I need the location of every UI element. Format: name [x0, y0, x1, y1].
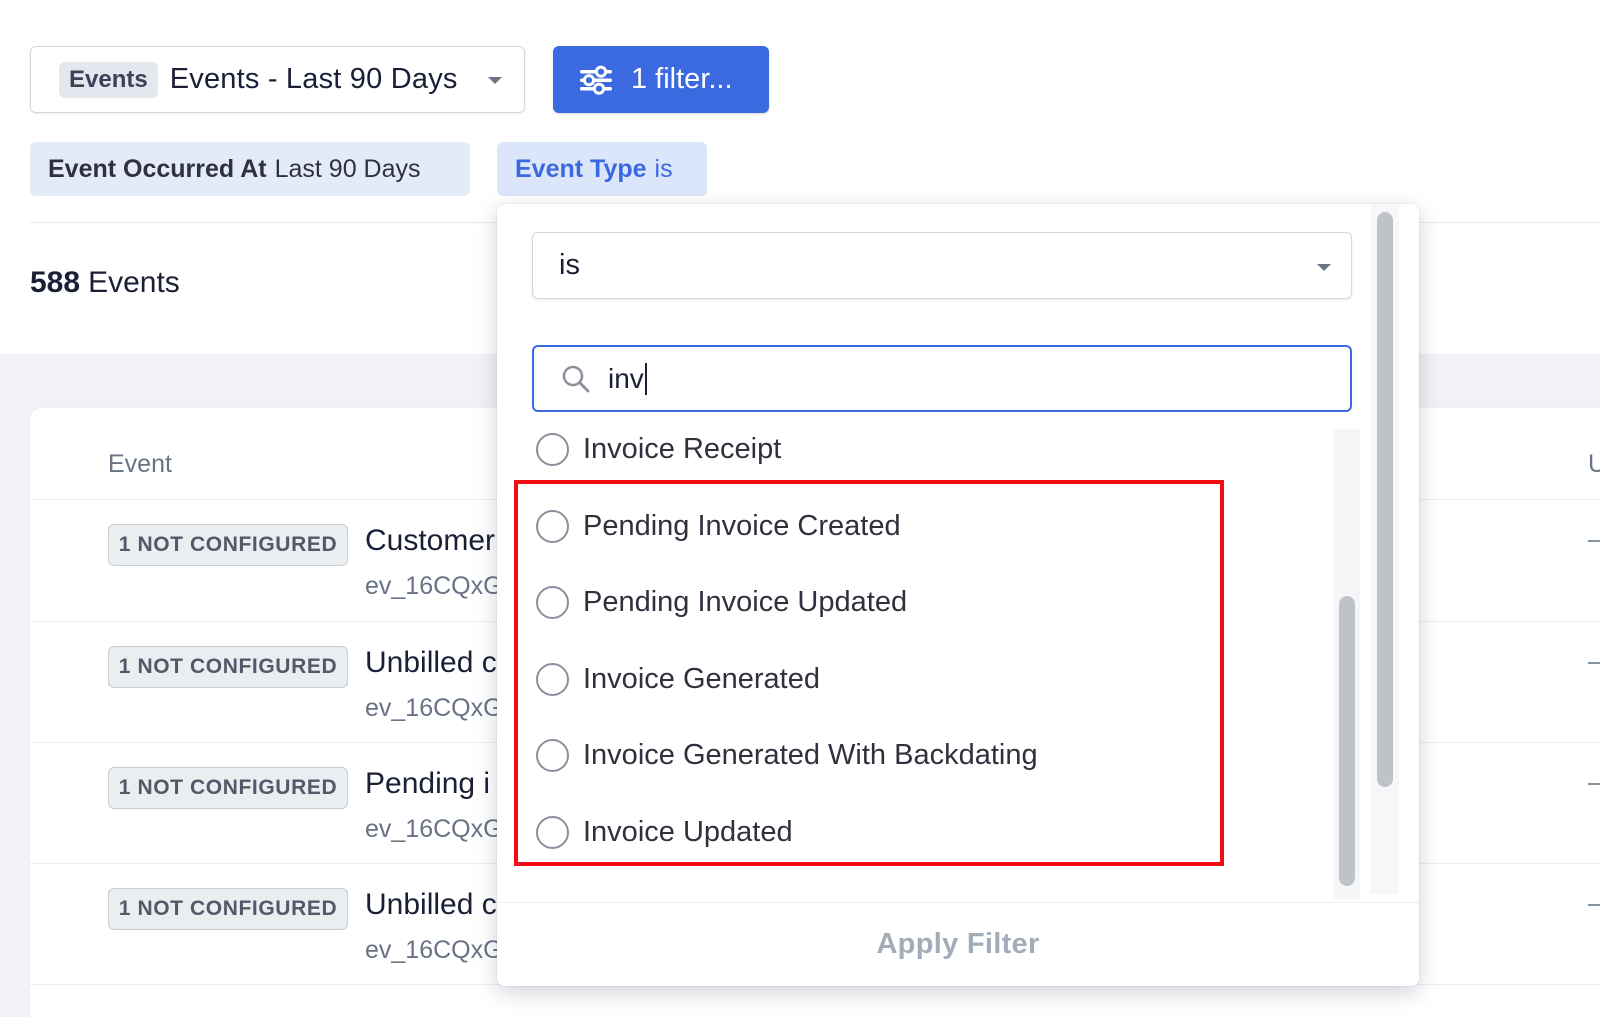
event-type-filter-popover: is inv Invoice Receipt Pending Invoice C… [497, 204, 1419, 986]
search-icon [562, 365, 590, 392]
options-scrollbar-thumb[interactable] [1339, 596, 1355, 886]
option-invoice-receipt[interactable]: Invoice Receipt [536, 429, 781, 469]
filter-pill-operator: is [654, 154, 673, 183]
view-title: Events - Last 90 Days [169, 63, 458, 95]
radio-icon[interactable] [536, 815, 569, 849]
search-input-value: inv [608, 362, 644, 394]
option-label: Invoice Generated [583, 662, 820, 695]
event-title: Customer [365, 524, 496, 557]
event-title: Unbilled c [365, 646, 497, 679]
operator-select[interactable]: is [532, 232, 1352, 299]
filter-button[interactable]: 1 filter... [553, 46, 769, 113]
status-badge: 1 NOT CONFIGURED [108, 524, 348, 566]
filter-pill-value: Last 90 Days [274, 154, 421, 183]
radio-icon[interactable] [536, 662, 569, 696]
event-title: Pending i [365, 767, 491, 800]
empty-value-dash [1588, 904, 1600, 906]
events-count-number: 588 [30, 266, 81, 299]
column-header-event[interactable]: Event [108, 450, 172, 479]
events-count-label: Events [88, 266, 180, 299]
popover-footer: Apply Filter [497, 902, 1419, 986]
event-id: ev_16CQxG [365, 572, 503, 600]
chevron-down-icon [488, 77, 502, 84]
option-pending-invoice-created[interactable]: Pending Invoice Created [536, 506, 901, 546]
filter-button-label: 1 filter... [631, 63, 733, 95]
status-badge: 1 NOT CONFIGURED [108, 888, 348, 930]
option-label: Pending Invoice Updated [583, 585, 908, 618]
popover-scrollbar-thumb[interactable] [1377, 212, 1393, 787]
filter-pill-event-type[interactable]: Event Type is [497, 142, 707, 196]
sliders-icon [580, 65, 612, 95]
events-count: 588 Events [30, 266, 180, 300]
radio-icon[interactable] [536, 738, 569, 772]
option-label: Pending Invoice Created [583, 509, 901, 542]
filter-pill-field: Event Occurred At [48, 154, 267, 183]
column-header-u[interactable]: U [1588, 450, 1600, 479]
radio-icon[interactable] [536, 509, 569, 543]
radio-icon[interactable] [536, 585, 569, 619]
chevron-down-icon [1317, 264, 1331, 271]
event-id: ev_16CQxG [365, 936, 503, 964]
event-type-options-list: Invoice Receipt Pending Invoice Created … [497, 429, 1347, 909]
view-select[interactable]: Events Events - Last 90 Days [30, 46, 525, 113]
option-invoice-updated[interactable]: Invoice Updated [536, 812, 793, 852]
option-label: Invoice Generated With Backdating [583, 738, 1038, 771]
option-invoice-generated[interactable]: Invoice Generated [536, 659, 820, 699]
empty-value-dash [1588, 783, 1600, 785]
option-label: Invoice Receipt [583, 432, 782, 465]
radio-icon[interactable] [536, 432, 569, 466]
event-id: ev_16CQxG [365, 694, 503, 722]
event-title: Unbilled c [365, 888, 497, 921]
option-invoice-generated-with-backdating[interactable]: Invoice Generated With Backdating [536, 735, 1038, 775]
filter-pill-date[interactable]: Event Occurred At Last 90 Days [30, 142, 470, 196]
option-pending-invoice-updated[interactable]: Pending Invoice Updated [536, 582, 907, 622]
status-badge: 1 NOT CONFIGURED [108, 646, 348, 688]
empty-value-dash [1588, 662, 1600, 664]
apply-filter-button[interactable]: Apply Filter [497, 903, 1419, 986]
option-label: Invoice Updated [583, 815, 793, 848]
text-cursor [644, 362, 647, 395]
event-id: ev_16CQxG [365, 815, 503, 843]
filter-pill-field: Event Type [515, 154, 647, 183]
status-badge: 1 NOT CONFIGURED [108, 767, 348, 809]
event-type-search-input[interactable]: inv [532, 345, 1352, 412]
empty-value-dash [1588, 540, 1600, 542]
operator-select-value: is [559, 249, 580, 281]
view-tag: Events [59, 61, 158, 98]
